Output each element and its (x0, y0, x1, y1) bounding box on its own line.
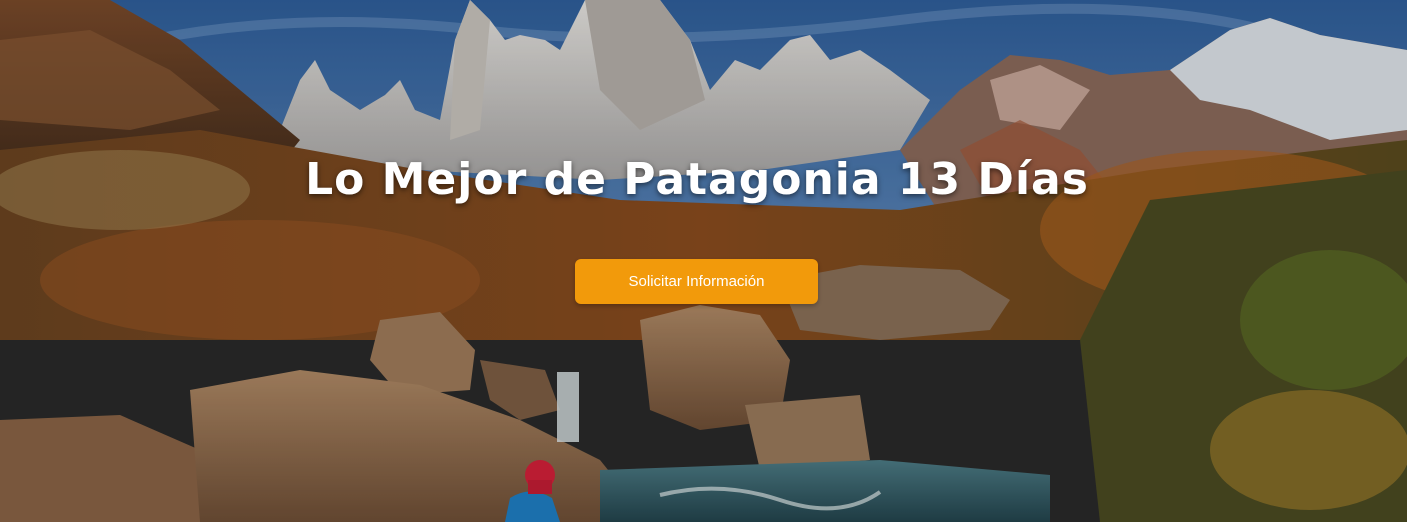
hero-title: Lo Mejor de Patagonia 13 Días (305, 154, 1089, 205)
request-info-button[interactable]: Solicitar Información (575, 259, 818, 304)
hero-banner: Lo Mejor de Patagonia 13 Días Solicitar … (0, 0, 1407, 522)
